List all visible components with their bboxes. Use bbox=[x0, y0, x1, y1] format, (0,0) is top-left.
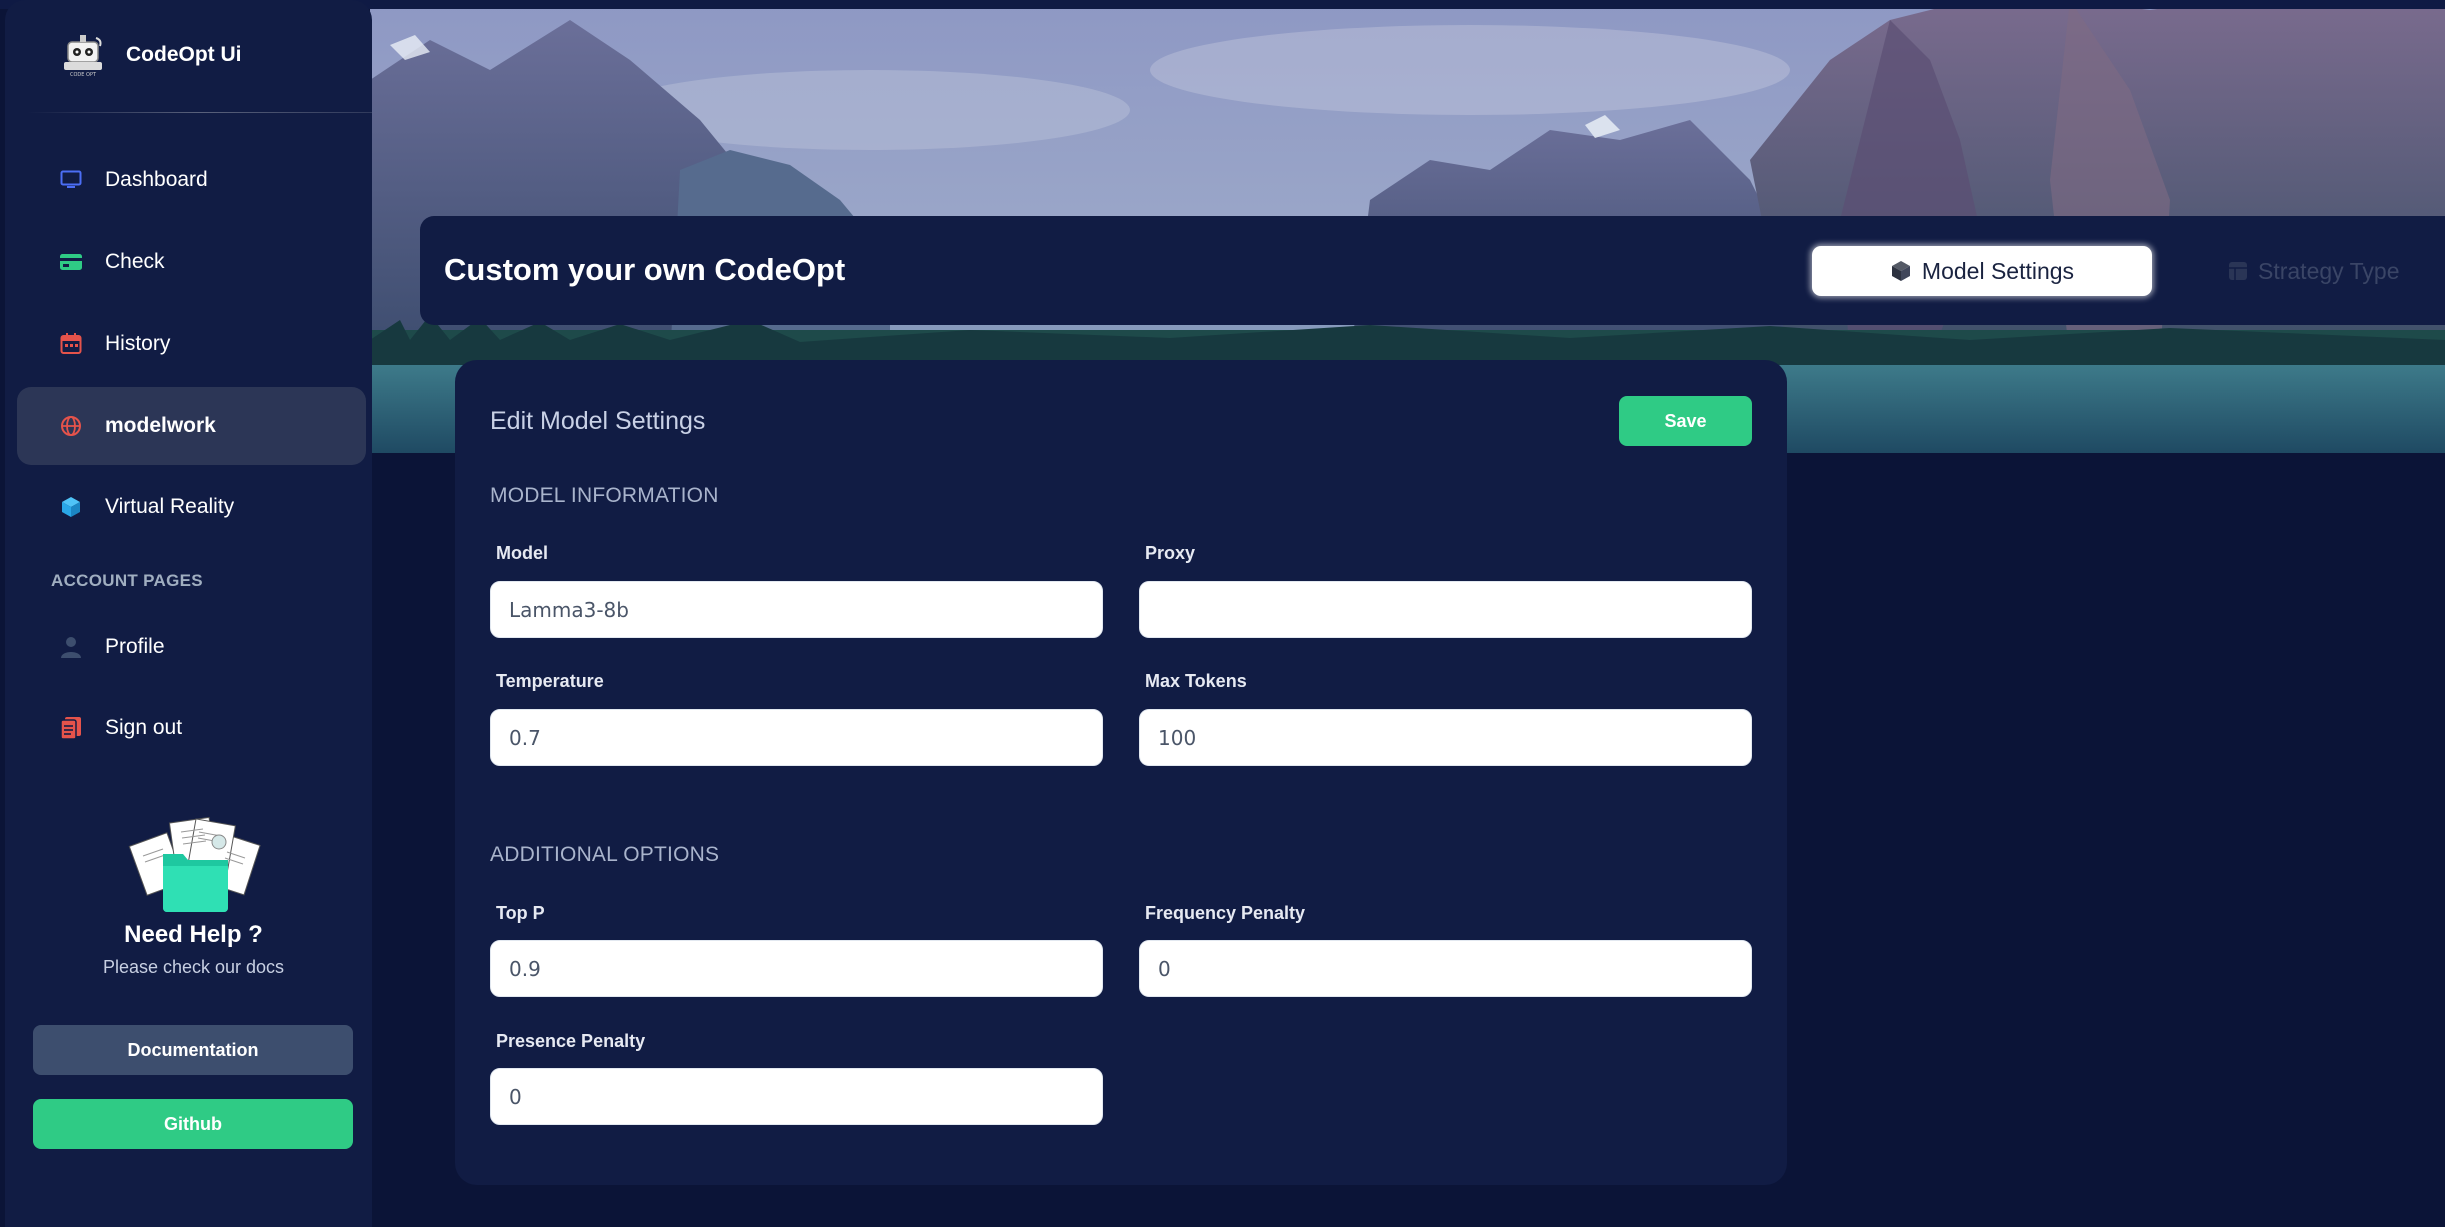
calendar-icon bbox=[59, 332, 83, 356]
model-input[interactable] bbox=[490, 581, 1103, 638]
save-button[interactable]: Save bbox=[1619, 396, 1752, 446]
tab-label: Model Settings bbox=[1921, 257, 2075, 284]
additional-options-heading: ADDITIONAL OPTIONS bbox=[490, 843, 720, 866]
top-p-label: Top P bbox=[496, 903, 545, 923]
help-subtitle: Please check our docs bbox=[102, 957, 285, 977]
sidebar-item-virtual-reality[interactable]: Virtual Reality bbox=[17, 468, 366, 546]
document-icon bbox=[59, 716, 83, 740]
frequency-penalty-input[interactable] bbox=[1139, 940, 1752, 997]
max-tokens-input[interactable] bbox=[1139, 709, 1752, 766]
page-header: Custom your own CodeOpt Model Settings S… bbox=[420, 216, 2445, 325]
model-label: Model bbox=[496, 543, 548, 563]
sidebar-item-label: Profile bbox=[105, 635, 165, 658]
globe-icon bbox=[59, 414, 83, 438]
max-tokens-label: Max Tokens bbox=[1145, 671, 1247, 691]
edit-model-settings-card: Edit Model Settings Save MODEL INFORMATI… bbox=[455, 360, 1787, 1185]
frequency-penalty-label: Frequency Penalty bbox=[1145, 903, 1306, 923]
tab-model-settings[interactable]: Model Settings bbox=[1812, 246, 2152, 296]
sidebar-item-modelwork[interactable]: modelwork bbox=[17, 387, 366, 465]
help-documents-illustration bbox=[128, 816, 261, 912]
sidebar-item-label: History bbox=[105, 332, 171, 355]
sidebar-item-dashboard[interactable]: Dashboard bbox=[17, 141, 366, 219]
user-icon bbox=[59, 635, 83, 659]
box-icon bbox=[59, 495, 83, 519]
presence-penalty-label: Presence Penalty bbox=[496, 1031, 646, 1051]
sidebar-item-label: Sign out bbox=[105, 716, 183, 739]
sidebar-item-check[interactable]: Check bbox=[17, 223, 366, 301]
page-title: Custom your own CodeOpt bbox=[444, 252, 846, 287]
account-pages-heading: ACCOUNT PAGES bbox=[51, 571, 203, 590]
sidebar-item-history[interactable]: History bbox=[17, 305, 366, 383]
grid-icon bbox=[2229, 262, 2247, 280]
sidebar-item-label: modelwork bbox=[105, 414, 216, 437]
github-button[interactable]: Github bbox=[33, 1099, 353, 1149]
card-title: Edit Model Settings bbox=[490, 407, 706, 435]
presence-penalty-input[interactable] bbox=[490, 1068, 1103, 1125]
temperature-input[interactable] bbox=[490, 709, 1103, 766]
brand-divider bbox=[27, 112, 372, 113]
sidebar-item-label: Virtual Reality bbox=[105, 495, 235, 518]
tab-strategy-type[interactable]: Strategy Type bbox=[2228, 246, 2400, 296]
tab-label: Strategy Type bbox=[2258, 257, 2400, 284]
monitor-icon bbox=[59, 168, 83, 192]
sidebar-item-label: Dashboard bbox=[105, 168, 208, 191]
brand-name: CodeOpt Ui bbox=[126, 43, 242, 66]
model-information-heading: MODEL INFORMATION bbox=[490, 484, 719, 507]
cube-icon bbox=[1891, 261, 1910, 281]
sidebar-item-label: Check bbox=[105, 250, 165, 273]
documentation-button[interactable]: Documentation bbox=[33, 1025, 353, 1075]
credit-card-icon bbox=[59, 250, 83, 274]
proxy-label: Proxy bbox=[1145, 543, 1196, 563]
help-title: Need Help ? bbox=[124, 921, 263, 948]
sidebar-item-sign-out[interactable]: Sign out bbox=[17, 689, 366, 767]
brand[interactable]: CODE OPT CodeOpt Ui bbox=[58, 32, 242, 78]
temperature-label: Temperature bbox=[496, 671, 604, 691]
sidebar-item-profile[interactable]: Profile bbox=[17, 608, 366, 686]
top-p-input[interactable] bbox=[490, 940, 1103, 997]
robot-logo-icon: CODE OPT bbox=[64, 35, 102, 78]
svg-text:CODE OPT: CODE OPT bbox=[70, 72, 97, 78]
sidebar: CODE OPT CodeOpt Ui Dashboard Check Hist… bbox=[5, 0, 372, 1227]
proxy-input[interactable] bbox=[1139, 581, 1752, 638]
